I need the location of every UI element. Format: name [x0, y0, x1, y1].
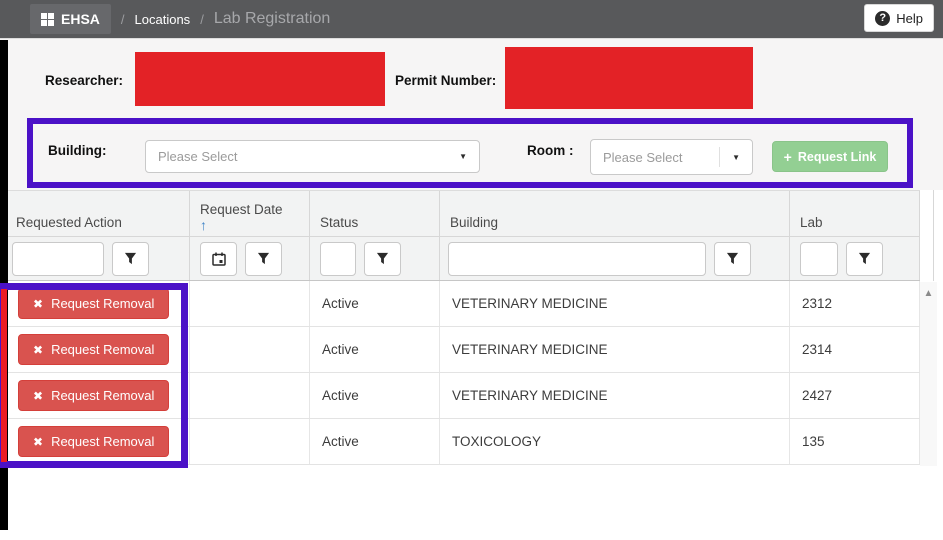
x-icon: ✖ [33, 342, 44, 357]
lab-registration-screen: EHSA / Locations / Lab Registration ? He… [0, 0, 943, 540]
top-navbar: EHSA / Locations / Lab Registration ? He… [0, 0, 943, 38]
filter-funnel-button[interactable] [364, 241, 401, 276]
room-label: Room : [527, 143, 574, 158]
sort-ascending-icon: ↑ [200, 217, 207, 233]
requested-action-cell: ✖ Request Removal [0, 419, 190, 464]
status-cell: Active [310, 281, 440, 326]
grid-header-row: Requested Action Request Date ↑ Status B… [0, 190, 920, 237]
table-row: ✖ Request Removal Active TOXICOLOGY 135 [0, 419, 920, 465]
requested-action-cell: ✖ Request Removal [0, 373, 190, 418]
filter-cell-building [440, 237, 790, 280]
request-date-cell [190, 281, 310, 326]
table-row: ✖ Request Removal Active VETERINARY MEDI… [0, 281, 920, 327]
lab-cell: 2312 [790, 281, 920, 326]
permit-number-value-redaction [505, 47, 753, 109]
app-name: EHSA [61, 11, 100, 27]
funnel-icon [726, 252, 739, 265]
column-header-building[interactable]: Building [440, 191, 790, 236]
building-dropdown[interactable]: Please Select ▼ [145, 140, 480, 173]
lab-cell: 135 [790, 419, 920, 464]
filter-funnel-button[interactable] [714, 241, 751, 276]
chevron-down-icon: ▼ [732, 152, 740, 162]
request-removal-button[interactable]: ✖ Request Removal [18, 426, 170, 457]
status-cell: Active [310, 327, 440, 372]
plus-icon: + [783, 148, 792, 165]
filter-funnel-button[interactable] [846, 241, 883, 276]
researcher-label: Researcher: [45, 73, 124, 88]
request-removal-button[interactable]: ✖ Request Removal [18, 334, 170, 365]
chevron-down-icon: ▼ [459, 152, 467, 161]
x-icon: ✖ [33, 296, 44, 311]
permit-number-label: Permit Number: [395, 73, 497, 88]
status-cell: Active [310, 419, 440, 464]
building-dropdown-value: Please Select [158, 149, 238, 164]
request-removal-label: Request Removal [51, 434, 155, 449]
scroll-up-arrow-icon[interactable]: ▲ [920, 282, 937, 299]
grid-right-edge-line [933, 190, 934, 281]
building-cell: VETERINARY MEDICINE [440, 327, 790, 372]
column-header-status[interactable]: Status [310, 191, 440, 236]
request-removal-label: Request Removal [51, 388, 155, 403]
lab-grid: Requested Action Request Date ↑ Status B… [0, 190, 920, 465]
funnel-icon [124, 252, 137, 265]
request-date-label: Request Date [200, 202, 283, 217]
funnel-icon [376, 252, 389, 265]
status-cell: Active [310, 373, 440, 418]
researcher-value-redaction [135, 52, 385, 106]
filter-cell-requested-action [0, 237, 190, 280]
column-header-request-date[interactable]: Request Date ↑ [190, 191, 310, 236]
help-label: Help [896, 10, 923, 26]
request-date-cell [190, 327, 310, 372]
left-edge-black-strip [0, 40, 8, 530]
room-dropdown-value: Please Select [603, 149, 683, 165]
breadcrumb-separator: / [200, 11, 204, 27]
building-cell: VETERINARY MEDICINE [440, 373, 790, 418]
funnel-icon [257, 252, 270, 265]
building-label: Building: [48, 143, 107, 158]
calendar-button[interactable] [200, 241, 237, 276]
column-header-requested-action[interactable]: Requested Action [0, 191, 190, 236]
page-title: Lab Registration [213, 10, 331, 27]
column-header-lab[interactable]: Lab [790, 191, 920, 236]
request-date-cell [190, 419, 310, 464]
ehsa-logo-button[interactable]: EHSA [30, 4, 111, 34]
help-button[interactable]: ? Help [864, 4, 934, 32]
requested-action-cell: ✖ Request Removal [0, 327, 190, 372]
lab-filter-input[interactable] [800, 241, 838, 276]
calendar-icon [211, 252, 226, 266]
request-removal-label: Request Removal [51, 296, 155, 311]
building-cell: VETERINARY MEDICINE [440, 281, 790, 326]
filter-cell-lab [790, 237, 920, 280]
table-row: ✖ Request Removal Active VETERINARY MEDI… [0, 327, 920, 373]
building-cell: TOXICOLOGY [440, 419, 790, 464]
funnel-icon [858, 252, 871, 265]
apps-grid-icon [41, 12, 54, 26]
request-date-cell [190, 373, 310, 418]
vertical-scrollbar[interactable]: ▲ [920, 282, 937, 466]
lab-cell: 2427 [790, 373, 920, 418]
breadcrumb-locations[interactable]: Locations [135, 12, 191, 27]
filter-funnel-button[interactable] [112, 241, 149, 276]
filter-funnel-button[interactable] [245, 241, 282, 276]
grid-filter-row [0, 237, 920, 281]
filter-cell-status [310, 237, 440, 280]
requested-action-filter-input[interactable] [12, 241, 104, 276]
request-removal-button[interactable]: ✖ Request Removal [18, 380, 170, 411]
x-icon: ✖ [33, 388, 44, 403]
request-link-label: Request Link [797, 149, 877, 164]
building-filter-input[interactable] [448, 241, 706, 276]
table-row: ✖ Request Removal Active VETERINARY MEDI… [0, 373, 920, 419]
requested-action-cell: ✖ Request Removal [0, 281, 190, 326]
x-icon: ✖ [33, 434, 44, 449]
lab-cell: 2314 [790, 327, 920, 372]
room-dropdown[interactable]: Please Select ▼ [590, 139, 753, 175]
filter-cell-request-date [190, 237, 310, 280]
status-filter-input[interactable] [320, 241, 356, 276]
request-removal-label: Request Removal [51, 342, 155, 357]
question-mark-icon: ? [875, 10, 891, 26]
breadcrumb-separator: / [120, 11, 125, 27]
request-link-button[interactable]: + Request Link [772, 141, 888, 172]
request-removal-button[interactable]: ✖ Request Removal [18, 288, 170, 319]
